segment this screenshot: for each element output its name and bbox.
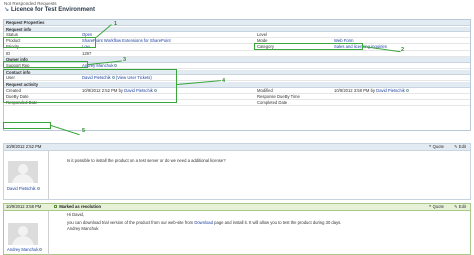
label-response-duedate: Response DueBy Time — [257, 93, 300, 99]
message-header: 10/9/2012 2:52 PM ❝ Quote ✎ Edit — [4, 144, 470, 151]
edit-label: Edit — [458, 204, 466, 209]
message-author[interactable]: Andrey Manchuk — [7, 247, 43, 252]
highlight-owner-contact — [3, 69, 177, 103]
message-greeting: Hi David, — [67, 212, 84, 217]
check-icon — [54, 205, 58, 209]
message-text-after: page and install it. It will allow you t… — [212, 220, 342, 225]
callout-1: 1 — [114, 21, 118, 27]
callout-4: 4 — [222, 78, 226, 84]
panel-title: Request Properties — [4, 20, 470, 26]
value-id: 1297 — [82, 50, 92, 56]
quote-button[interactable]: ❝ Quote — [429, 144, 444, 151]
highlight-priority — [3, 61, 88, 68]
message-2: 10/9/2012 3:58 PM Marked as resolution ❝… — [3, 203, 471, 255]
message-divider — [48, 210, 49, 255]
edit-button[interactable]: ✎ Edit — [454, 204, 466, 211]
callout-3: 3 — [123, 57, 127, 63]
author-name[interactable]: Andrey Manchuk — [7, 247, 38, 252]
edit-label: Edit — [458, 144, 466, 149]
highlight-mode — [254, 43, 363, 50]
message-divider — [48, 150, 49, 200]
value-modified: 10/9/2012 3:58 PM by David Pietschik — [334, 88, 409, 94]
page-title-text: Licence for Test Environment — [11, 7, 95, 13]
message-date: 10/9/2012 3:58 PM — [6, 204, 42, 209]
message-date: 10/9/2012 2:52 PM — [6, 144, 42, 149]
author-name[interactable]: David Pietschik — [7, 186, 36, 191]
message-text-before: you can download trial version of the pr… — [67, 220, 195, 225]
message-header: 10/9/2012 3:58 PM Marked as resolution ❝… — [4, 204, 470, 211]
page-title: ↘ Licence for Test Environment — [4, 6, 95, 13]
presence-icon — [114, 63, 118, 67]
label-level: Level — [257, 32, 268, 37]
quote-button[interactable]: ❝ Quote — [429, 204, 444, 211]
callout-5: 5 — [82, 128, 86, 134]
avatar — [8, 223, 38, 245]
label-modified: Modified — [257, 87, 273, 93]
highlight-status — [3, 37, 96, 48]
message-1: 10/9/2012 2:52 PM ❝ Quote ✎ Edit David P… — [3, 143, 471, 200]
resolution-label: Marked as resolution — [59, 204, 102, 209]
avatar — [8, 161, 38, 183]
presence-icon — [405, 88, 409, 92]
quote-label: Quote — [432, 204, 444, 209]
presence-icon — [39, 248, 43, 252]
resolution-badge: Marked as resolution — [54, 204, 101, 211]
message-text: you can download trial version of the pr… — [67, 220, 341, 225]
callout-2: 2 — [401, 47, 405, 53]
label-id: ID — [6, 50, 11, 56]
download-link[interactable]: Download — [194, 220, 213, 225]
message-author[interactable]: David Pietschik — [7, 186, 40, 191]
quote-label: Quote — [432, 144, 444, 149]
message-signature: Andrey Manchuk — [67, 226, 99, 231]
message-text: Is it possible to install the product on… — [67, 158, 226, 163]
modified-by-user[interactable]: David Pietschik — [376, 88, 405, 93]
highlight-duedate — [3, 122, 51, 129]
modified-date: 10/9/2012 3:58 PM — [334, 87, 370, 93]
edit-button[interactable]: ✎ Edit — [454, 144, 466, 151]
presence-icon — [36, 187, 40, 191]
arrow-icon: ↘ — [4, 7, 10, 13]
modified-by-label: by — [370, 87, 375, 93]
label-completed-date: Completed Date — [257, 99, 288, 105]
